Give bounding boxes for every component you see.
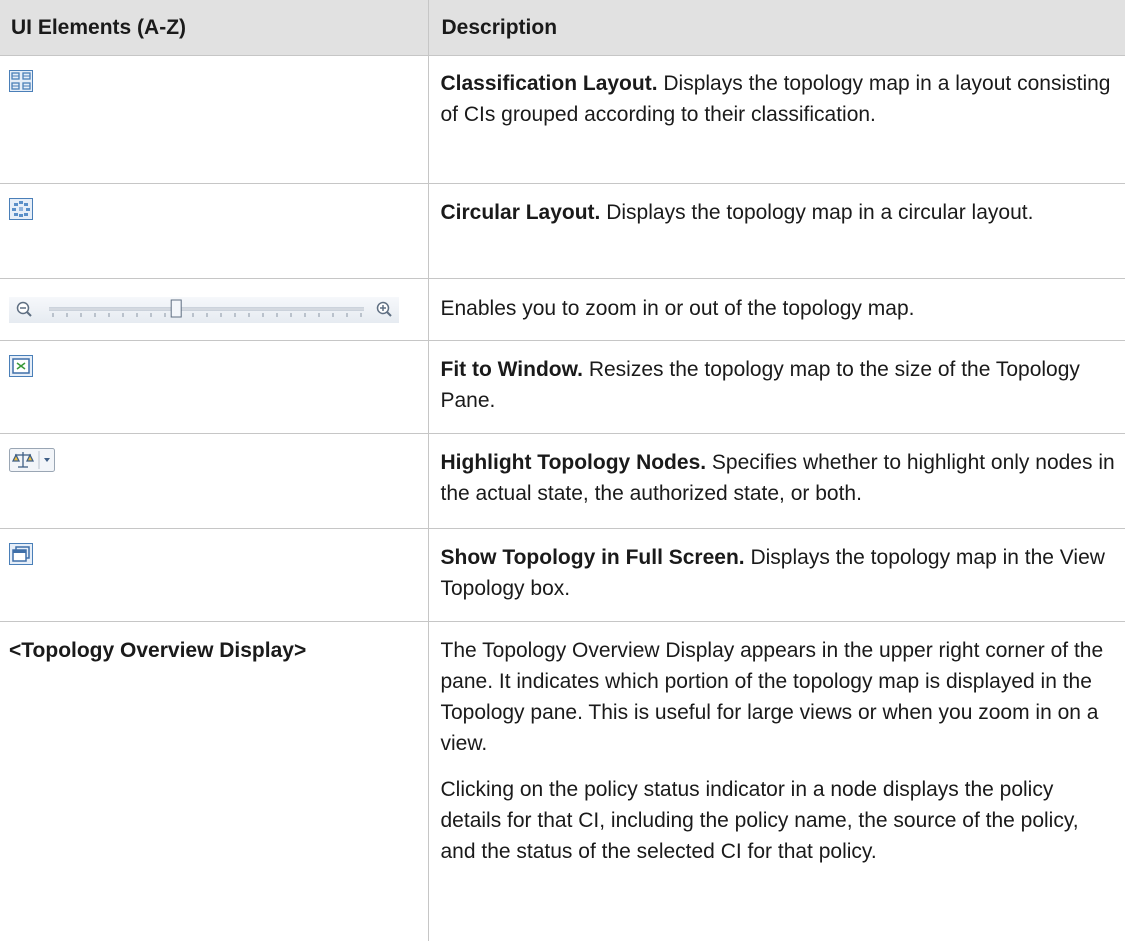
ui-elements-table: UI Elements (A-Z) Description Classifica… [0, 0, 1125, 941]
full-screen-icon[interactable] [9, 542, 33, 565]
table-row: Show Topology in Full Screen. Displays t… [0, 528, 1125, 622]
highlight-topology-nodes-icon[interactable] [9, 447, 55, 472]
description-text: Enables you to zoom in or out of the top… [440, 296, 915, 320]
zoom-slider[interactable] [9, 296, 399, 323]
description-title: Highlight Topology Nodes. [440, 450, 707, 474]
description-title: Fit to Window. [440, 357, 584, 381]
description-text: Fit to Window. Resizes the topology map … [440, 357, 1080, 412]
table-row: Enables you to zoom in or out of the top… [0, 278, 1125, 341]
classification-layout-icon[interactable] [9, 69, 33, 92]
description-paragraph: Clicking on the policy status indicator … [440, 777, 1079, 863]
description-text: Classification Layout. Displays the topo… [440, 71, 1111, 126]
table-row: Highlight Topology Nodes. Specifies whet… [0, 433, 1125, 529]
circular-layout-icon[interactable] [9, 197, 33, 220]
description-text: Circular Layout. Displays the topology m… [440, 200, 1034, 224]
description-title: Show Topology in Full Screen. [440, 545, 745, 569]
description-paragraph: The Topology Overview Display appears in… [440, 638, 1104, 755]
table-row: Classification Layout. Displays the topo… [0, 55, 1125, 184]
description-text: Highlight Topology Nodes. Specifies whet… [440, 450, 1115, 505]
table-row: <Topology Overview Display> The Topology… [0, 621, 1125, 941]
element-label: <Topology Overview Display> [9, 638, 307, 662]
fit-to-window-icon[interactable] [9, 354, 33, 377]
description-title: Classification Layout. [440, 71, 658, 95]
description-title: Circular Layout. [440, 200, 601, 224]
header-ui-elements: UI Elements (A-Z) [0, 0, 428, 56]
zoom-slider-thumb [170, 299, 182, 317]
table-row: Circular Layout. Displays the topology m… [0, 183, 1125, 279]
table-header-row: UI Elements (A-Z) Description [0, 0, 1125, 56]
description-text: Show Topology in Full Screen. Displays t… [440, 545, 1105, 600]
header-description: Description [427, 0, 1125, 56]
table-row: Fit to Window. Resizes the topology map … [0, 340, 1125, 434]
